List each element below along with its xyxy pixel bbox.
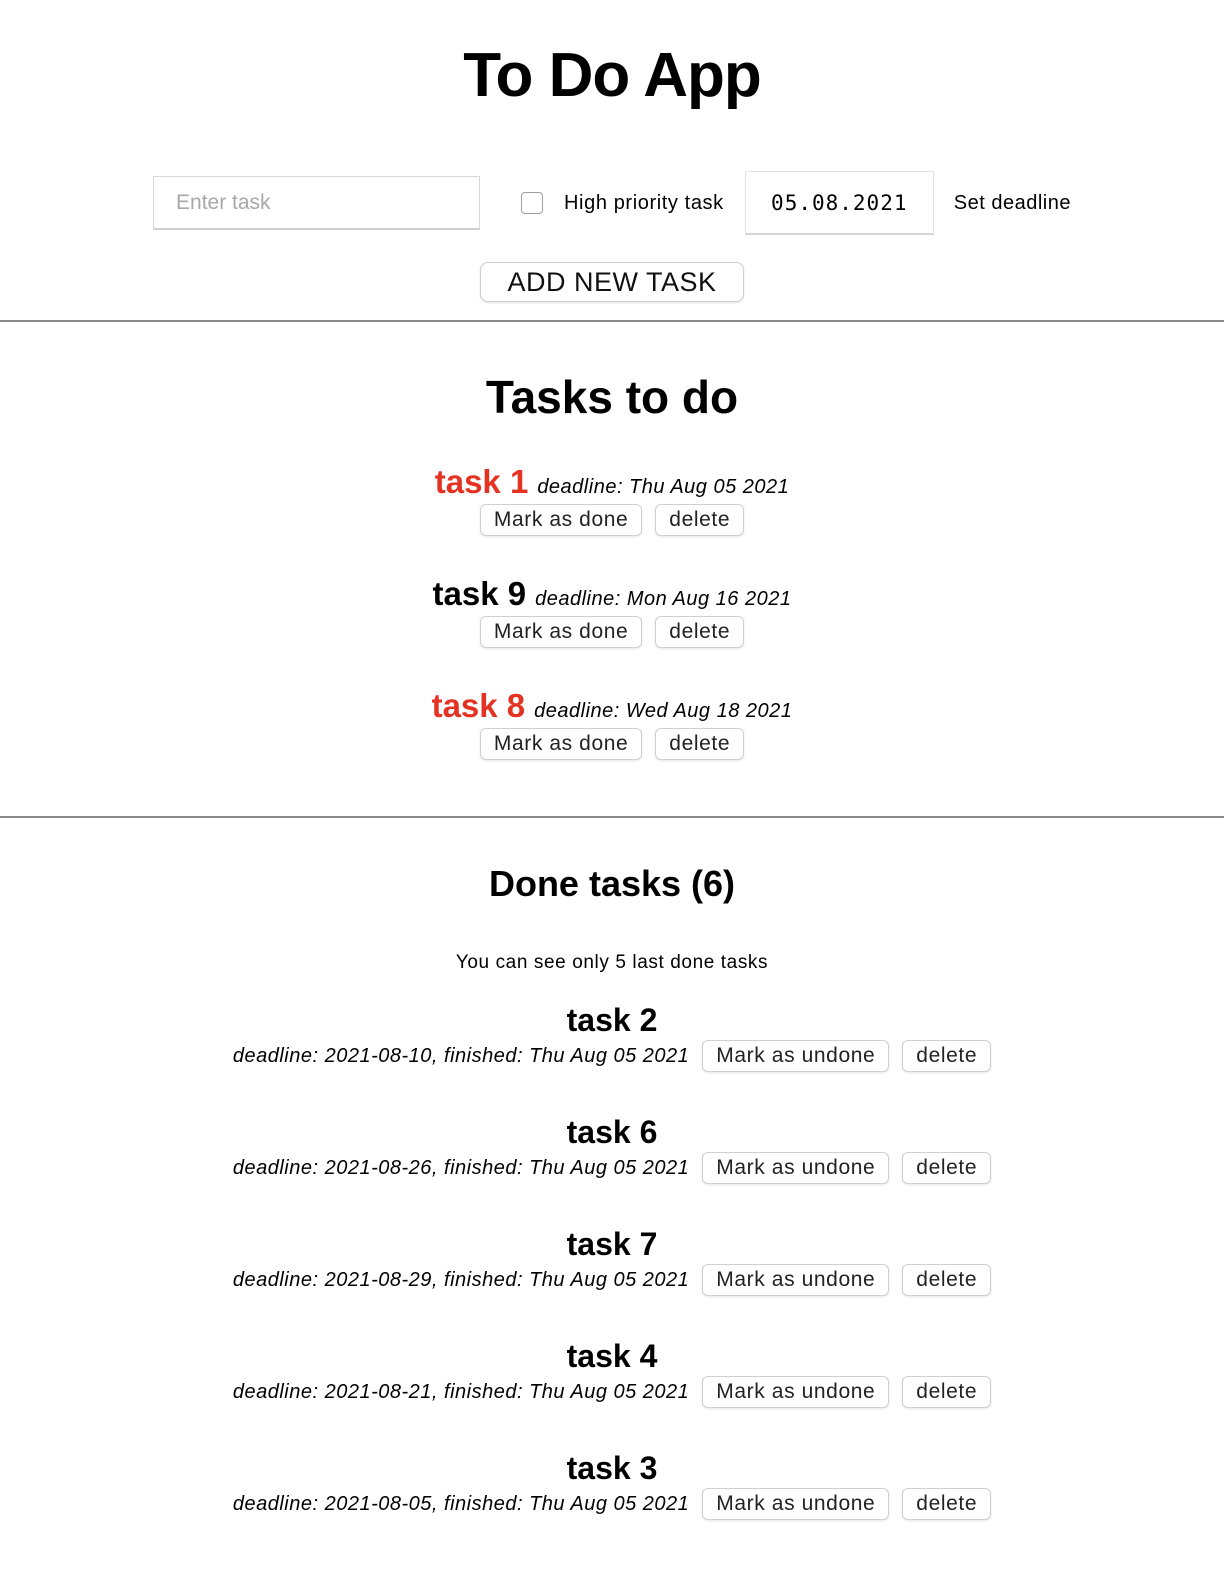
mark-as-done-button[interactable]: Mark as done [479,728,643,760]
divider [0,320,1224,322]
mark-as-undone-button[interactable]: Mark as undone [702,1488,890,1520]
delete-button[interactable]: delete [902,1040,992,1072]
todo-item-actions: Mark as done delete [479,616,745,648]
todo-item: task 9 deadline: Mon Aug 16 2021 Mark as… [433,575,792,687]
delete-button[interactable]: delete [902,1152,992,1184]
deadline-label: Set deadline [953,191,1071,214]
done-item-name: task 2 [566,1002,658,1038]
done-limit-note: You can see only 5 last done tasks [455,952,769,973]
mark-as-undone-button[interactable]: Mark as undone [702,1264,890,1296]
todo-item-deadline: deadline: Mon Aug 16 2021 [535,588,792,610]
todo-item-name: task 9 [432,575,527,612]
mark-as-done-button[interactable]: Mark as done [479,616,643,648]
todo-item-actions: Mark as done delete [479,504,745,536]
add-task-form: High priority task 05.08.2021 Set deadli… [0,171,1224,235]
delete-button[interactable]: delete [902,1376,992,1408]
done-item-name: task 4 [566,1338,658,1374]
todo-item-actions: Mark as done delete [479,728,745,760]
priority-checkbox[interactable] [521,192,544,214]
done-item: task 4 deadline: 2021-08-21, finished: T… [232,1336,992,1448]
delete-button[interactable]: delete [902,1488,992,1520]
todo-item-header: task 8 deadline: Wed Aug 18 2021 [432,687,793,727]
todo-app: To Do App High priority task 05.08.2021 … [0,0,1224,1560]
priority-label: High priority task [564,191,724,214]
done-item-meta: deadline: 2021-08-26, finished: Thu Aug … [232,1156,690,1179]
delete-button[interactable]: delete [655,616,745,648]
todo-section-title: Tasks to do [485,371,739,423]
done-item-row: deadline: 2021-08-05, finished: Thu Aug … [232,1488,992,1520]
todo-item-name: task 1 [434,463,529,500]
done-item: task 2 deadline: 2021-08-10, finished: T… [232,1000,992,1112]
delete-button[interactable]: delete [655,728,745,760]
todo-item-deadline: deadline: Thu Aug 05 2021 [537,476,790,498]
todo-item-header: task 9 deadline: Mon Aug 16 2021 [433,575,792,615]
done-item-row: deadline: 2021-08-10, finished: Thu Aug … [232,1040,992,1072]
done-item-meta: deadline: 2021-08-10, finished: Thu Aug … [232,1044,690,1067]
done-item-meta: deadline: 2021-08-29, finished: Thu Aug … [232,1268,690,1291]
delete-button[interactable]: delete [902,1264,992,1296]
done-item-meta: deadline: 2021-08-05, finished: Thu Aug … [232,1492,690,1515]
app-title: To Do App [463,41,761,110]
todo-item-header: task 1 deadline: Thu Aug 05 2021 [435,463,790,503]
done-item-row: deadline: 2021-08-21, finished: Thu Aug … [232,1376,992,1408]
mark-as-done-button[interactable]: Mark as done [479,504,643,536]
done-list: task 2 deadline: 2021-08-10, finished: T… [232,1000,992,1560]
done-item-name: task 6 [566,1114,658,1150]
delete-button[interactable]: delete [655,504,745,536]
todo-list: task 1 deadline: Thu Aug 05 2021 Mark as… [432,463,793,799]
divider [0,816,1224,818]
mark-as-undone-button[interactable]: Mark as undone [702,1040,890,1072]
priority-toggle[interactable]: High priority task [521,192,724,215]
todo-item: task 1 deadline: Thu Aug 05 2021 Mark as… [435,463,790,575]
task-input[interactable] [153,176,481,230]
done-item: task 6 deadline: 2021-08-26, finished: T… [232,1112,992,1224]
done-item-meta: deadline: 2021-08-21, finished: Thu Aug … [232,1380,690,1403]
done-item-row: deadline: 2021-08-29, finished: Thu Aug … [232,1264,992,1296]
add-new-task-button[interactable]: ADD NEW TASK [480,262,744,302]
done-section-title: Done tasks (6) [488,863,736,904]
deadline-date-input[interactable]: 05.08.2021 [744,171,934,235]
done-item: task 3 deadline: 2021-08-05, finished: T… [232,1448,992,1560]
done-item-name: task 7 [566,1226,658,1262]
done-item-name: task 3 [566,1450,658,1486]
done-item-row: deadline: 2021-08-26, finished: Thu Aug … [232,1152,992,1184]
mark-as-undone-button[interactable]: Mark as undone [702,1152,890,1184]
todo-item-name: task 8 [431,687,526,724]
mark-as-undone-button[interactable]: Mark as undone [702,1376,890,1408]
done-item: task 7 deadline: 2021-08-29, finished: T… [232,1224,992,1336]
todo-item-deadline: deadline: Wed Aug 18 2021 [534,700,793,722]
todo-item: task 8 deadline: Wed Aug 18 2021 Mark as… [432,687,793,799]
